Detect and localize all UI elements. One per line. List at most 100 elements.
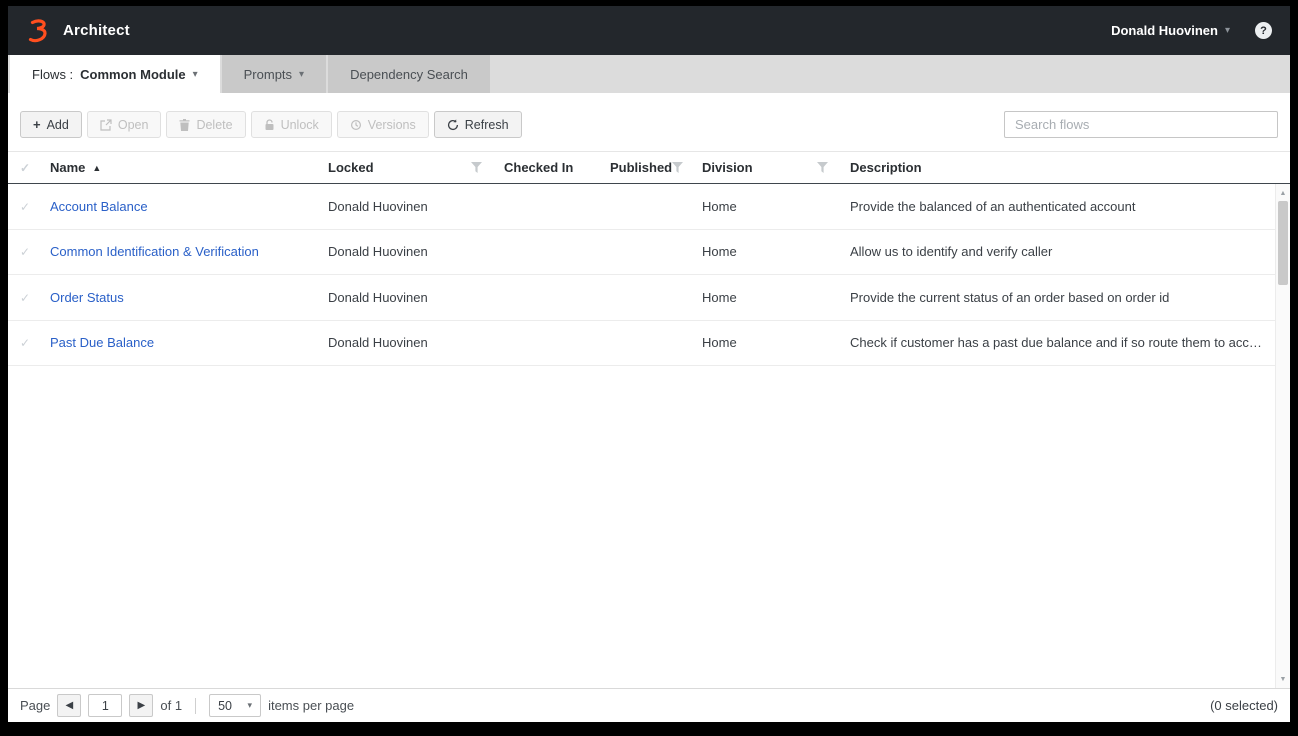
flows-table: ✓ Name ▲ Locked Checked In Published Div… — [8, 151, 1290, 688]
column-header-published-label: Published — [610, 160, 673, 175]
column-header-checked-in-label: Checked In — [504, 160, 574, 175]
row-checkbox[interactable]: ✓ — [8, 335, 42, 350]
row-locked: Donald Huovinen — [328, 289, 428, 305]
column-header-checked-in[interactable]: Checked In — [496, 160, 602, 175]
plus-icon: + — [33, 117, 41, 132]
prev-icon: ◀ — [65, 700, 74, 711]
table-row[interactable]: ✓ Order Status Donald Huovinen Home Prov… — [8, 275, 1275, 321]
row-checkbox[interactable]: ✓ — [8, 290, 42, 305]
select-all-checkbox[interactable]: ✓ — [8, 160, 42, 175]
check-icon: ✓ — [19, 336, 31, 351]
row-division: Home — [702, 198, 737, 214]
table-row[interactable]: ✓ Account Balance Donald Huovinen Home P… — [8, 184, 1275, 230]
table-header-row: ✓ Name ▲ Locked Checked In Published Div… — [8, 151, 1290, 184]
refresh-button[interactable]: Refresh — [433, 111, 522, 138]
column-header-published[interactable]: Published — [602, 160, 694, 175]
check-icon: ✓ — [19, 199, 31, 214]
row-description: Provide the balanced of an authenticated… — [850, 198, 1136, 214]
lock-icon — [265, 118, 274, 130]
genesys-logo-icon — [28, 18, 47, 42]
table-row[interactable]: ✓ Common Identification & Verification D… — [8, 230, 1275, 275]
flow-name-link[interactable]: Account Balance — [50, 199, 148, 214]
scroll-up-icon[interactable]: ▲ — [1276, 186, 1290, 200]
chevron-down-icon: ▾ — [192, 68, 198, 80]
app-window: Architect Donald Huovinen ▾ ? Flows : Co… — [8, 6, 1290, 722]
items-per-page-label: items per page — [268, 698, 355, 713]
table-row[interactable]: ✓ Past Due Balance Donald Huovinen Home … — [8, 321, 1275, 366]
column-header-name[interactable]: Name ▲ — [42, 160, 320, 175]
flow-name-link[interactable]: Past Due Balance — [50, 335, 154, 350]
column-header-description[interactable]: Description — [842, 160, 1290, 175]
row-description: Allow us to identify and verify caller — [850, 244, 1053, 260]
prev-page-button[interactable]: ◀ — [57, 694, 82, 717]
unlock-button-label: Unlock — [280, 117, 319, 132]
unlock-button[interactable]: Unlock — [250, 111, 332, 138]
next-page-button[interactable]: ▶ — [129, 694, 154, 717]
column-header-division-label: Division — [702, 160, 753, 175]
versions-button[interactable]: Versions — [336, 111, 429, 138]
search-box — [1004, 111, 1278, 138]
flow-name-link[interactable]: Order Status — [50, 290, 124, 305]
chevron-down-icon[interactable]: ▾ — [1225, 25, 1230, 36]
delete-button-label: Delete — [196, 117, 233, 132]
table-body: ✓ Account Balance Donald Huovinen Home P… — [8, 184, 1290, 688]
row-locked: Donald Huovinen — [328, 198, 428, 214]
row-division: Home — [702, 335, 737, 351]
next-icon: ▶ — [137, 700, 146, 711]
add-button-label: Add — [46, 117, 69, 132]
column-header-locked[interactable]: Locked — [320, 160, 496, 175]
open-icon — [100, 118, 112, 131]
app-title: Architect — [63, 22, 130, 39]
delete-button[interactable]: Delete — [166, 111, 246, 138]
search-input[interactable] — [1004, 111, 1278, 138]
page-label: Page — [20, 698, 51, 713]
tab-flows-prefix: Flows : — [32, 66, 74, 82]
open-button[interactable]: Open — [86, 111, 162, 138]
trash-icon — [179, 118, 190, 131]
tab-prompts[interactable]: Prompts ▾ — [221, 55, 327, 93]
user-menu[interactable]: Donald Huovinen — [1111, 23, 1218, 38]
check-icon: ✓ — [19, 161, 31, 175]
selected-count: (0 selected) — [1210, 698, 1278, 713]
refresh-button-label: Refresh — [464, 117, 509, 132]
main-content: + Add Open Delete Unlock Versions Refres… — [8, 93, 1290, 722]
add-button[interactable]: + Add — [20, 111, 82, 138]
column-header-description-label: Description — [850, 160, 922, 175]
column-header-name-label: Name — [50, 160, 86, 175]
page-of-label: of 1 — [160, 698, 183, 713]
column-header-division[interactable]: Division — [694, 160, 842, 175]
help-icon[interactable]: ? — [1255, 22, 1272, 39]
vertical-scrollbar[interactable]: ▲ ▼ — [1275, 184, 1290, 688]
scroll-down-icon[interactable]: ▼ — [1276, 672, 1290, 686]
tab-dependency-label: Dependency Search — [350, 66, 468, 82]
versions-icon — [350, 119, 361, 130]
flow-name-link[interactable]: Common Identification & Verification — [50, 244, 259, 259]
tab-flows[interactable]: Flows : Common Module ▾ — [10, 55, 220, 93]
pagination-bar: Page ◀ ▶ of 1 50 ▾ items per page (0 sel… — [8, 688, 1290, 722]
filter-icon[interactable] — [817, 162, 828, 173]
filter-icon[interactable] — [471, 162, 482, 173]
scrollbar-thumb[interactable] — [1278, 201, 1288, 285]
page-number-input[interactable] — [88, 694, 123, 717]
tab-dependency-search[interactable]: Dependency Search — [328, 55, 490, 93]
flows-toolbar: + Add Open Delete Unlock Versions Refres… — [8, 93, 1290, 151]
chevron-down-icon: ▾ — [247, 700, 253, 710]
tab-bar: Flows : Common Module ▾ Prompts ▾ Depend… — [8, 55, 1290, 93]
chevron-down-icon: ▾ — [299, 68, 305, 80]
filter-icon[interactable] — [672, 162, 684, 173]
check-icon: ✓ — [19, 290, 31, 305]
column-header-locked-label: Locked — [328, 160, 374, 175]
row-division: Home — [702, 289, 737, 305]
row-checkbox[interactable]: ✓ — [8, 244, 42, 259]
page-size-value: 50 — [218, 698, 232, 713]
divider — [195, 697, 197, 714]
open-button-label: Open — [117, 117, 149, 132]
page-size-select[interactable]: 50 ▾ — [209, 694, 262, 717]
tab-prompts-label: Prompts — [243, 66, 293, 82]
row-description: Check if customer has a past due balance… — [850, 335, 1262, 351]
check-icon: ✓ — [19, 245, 31, 260]
versions-button-label: Versions — [367, 117, 416, 132]
row-checkbox[interactable]: ✓ — [8, 199, 42, 214]
row-locked: Donald Huovinen — [328, 335, 428, 351]
refresh-icon — [447, 118, 458, 130]
